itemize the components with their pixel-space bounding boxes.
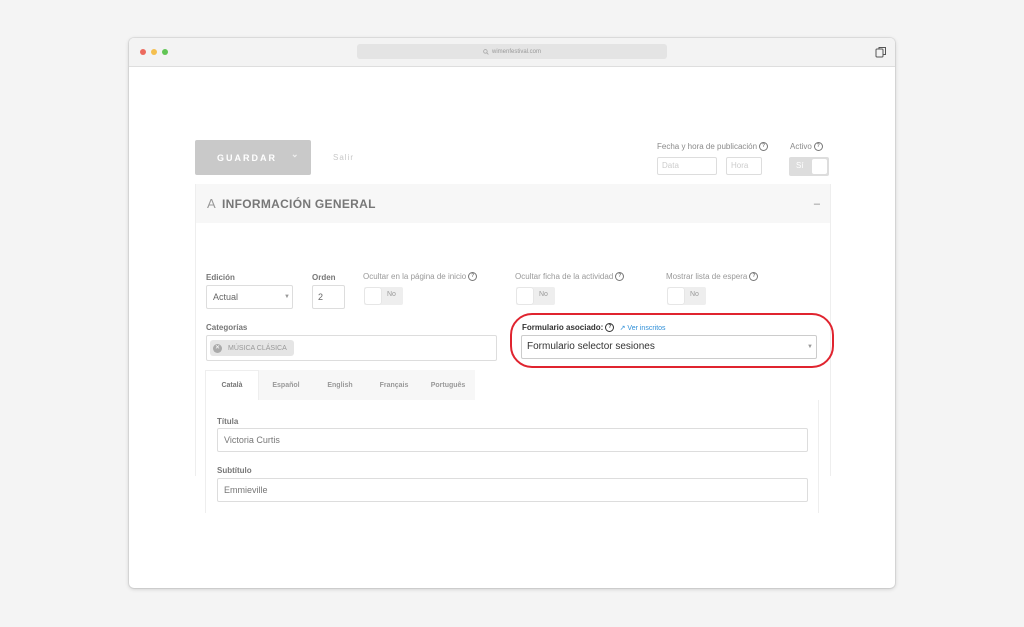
help-icon[interactable]: ?	[759, 142, 769, 152]
hide-home-label: Ocultar en la página de inicio?	[363, 272, 478, 282]
caret-down-icon: ▼	[284, 294, 290, 300]
publication-date-field[interactable]: Data	[657, 157, 717, 175]
maximize-window-button[interactable]	[162, 49, 168, 55]
edition-select[interactable]: Actual ▼	[206, 285, 293, 309]
page-content: GUARDAR ⌄ Salir Fecha y hora de publicac…	[129, 67, 895, 588]
help-icon[interactable]: ?	[468, 272, 478, 282]
tabs-overview-icon[interactable]	[875, 46, 887, 58]
title-input[interactable]: Victoria Curtis	[217, 428, 808, 452]
help-icon[interactable]: ?	[605, 323, 615, 333]
subtitle-input[interactable]: Emmieville	[217, 478, 808, 502]
waitlist-label: Mostrar lista de espera?	[666, 272, 759, 282]
hide-activity-label: Ocultar ficha de la actividad?	[515, 272, 625, 282]
category-tag[interactable]: ✕ MÚSICA CLÁSICA	[210, 340, 294, 356]
search-icon	[483, 48, 489, 55]
tab-portugues[interactable]: Português	[421, 370, 475, 400]
edition-value: Actual	[213, 292, 239, 302]
waitlist-value: No	[690, 291, 699, 298]
form-label: Formulario asociado:? ↗ Ver inscritos	[522, 323, 666, 333]
panel-title: INFORMACIÓN GENERAL	[222, 197, 376, 211]
minimize-window-button[interactable]	[151, 49, 157, 55]
close-window-button[interactable]	[140, 49, 146, 55]
remove-tag-icon[interactable]: ✕	[213, 343, 222, 353]
browser-window: wimenfestival.com GUARDAR ⌄ Salir Fecha …	[129, 38, 895, 588]
tab-francais[interactable]: Français	[367, 370, 421, 400]
language-tabs: Català Español English Français Portuguê…	[205, 370, 475, 400]
title-label: Títula	[217, 417, 239, 426]
active-toggle-value: Sí	[796, 161, 804, 170]
hide-home-value: No	[387, 291, 396, 298]
save-button[interactable]: GUARDAR ⌄	[195, 140, 311, 175]
hide-home-toggle[interactable]: No	[364, 287, 403, 305]
publication-hour-field[interactable]: Hora	[726, 157, 762, 175]
tab-catala[interactable]: Català	[205, 370, 259, 400]
order-label: Orden	[312, 273, 336, 282]
active-label: Activo?	[790, 142, 823, 152]
toggle-knob	[812, 159, 827, 174]
tab-english[interactable]: English	[313, 370, 367, 400]
toggle-knob	[365, 288, 381, 304]
external-link-icon: ↗	[619, 325, 626, 332]
category-tag-label: MÚSICA CLÁSICA	[228, 344, 287, 352]
caret-down-icon: ▼	[807, 344, 813, 350]
help-icon[interactable]: ?	[749, 272, 759, 282]
toggle-knob	[517, 288, 533, 304]
form-select-value: Formulario selector sesiones	[527, 341, 655, 352]
tab-espanol[interactable]: Español	[259, 370, 313, 400]
subtitle-label: Subtítulo	[217, 466, 252, 475]
publication-label: Fecha y hora de publicación?	[657, 142, 769, 152]
collapse-icon[interactable]: –	[814, 198, 820, 210]
view-registrants-link[interactable]: ↗ Ver inscritos	[620, 325, 666, 332]
toggle-knob	[668, 288, 684, 304]
categories-label: Categorías	[206, 323, 248, 332]
categories-field[interactable]: ✕ MÚSICA CLÁSICA	[206, 335, 497, 361]
form-select[interactable]: Formulario selector sesiones ▼	[521, 335, 817, 359]
order-value: 2	[318, 292, 324, 302]
chevron-down-icon[interactable]: ⌄	[291, 149, 299, 160]
font-icon: A	[207, 196, 216, 211]
panel-header[interactable]: A INFORMACIÓN GENERAL –	[196, 184, 830, 223]
address-bar[interactable]: wimenfestival.com	[357, 44, 667, 59]
order-field[interactable]: 2	[312, 285, 345, 309]
url-text: wimenfestival.com	[491, 48, 541, 55]
hide-activity-toggle[interactable]: No	[516, 287, 555, 305]
help-icon[interactable]: ?	[615, 272, 625, 282]
active-toggle[interactable]: Sí	[789, 157, 829, 176]
exit-link[interactable]: Salir	[333, 153, 354, 162]
hide-activity-value: No	[539, 291, 548, 298]
waitlist-toggle[interactable]: No	[667, 287, 706, 305]
edition-label: Edición	[206, 273, 235, 282]
help-icon[interactable]: ?	[813, 142, 823, 152]
save-button-label: GUARDAR	[217, 152, 277, 163]
browser-titlebar: wimenfestival.com	[129, 38, 895, 67]
